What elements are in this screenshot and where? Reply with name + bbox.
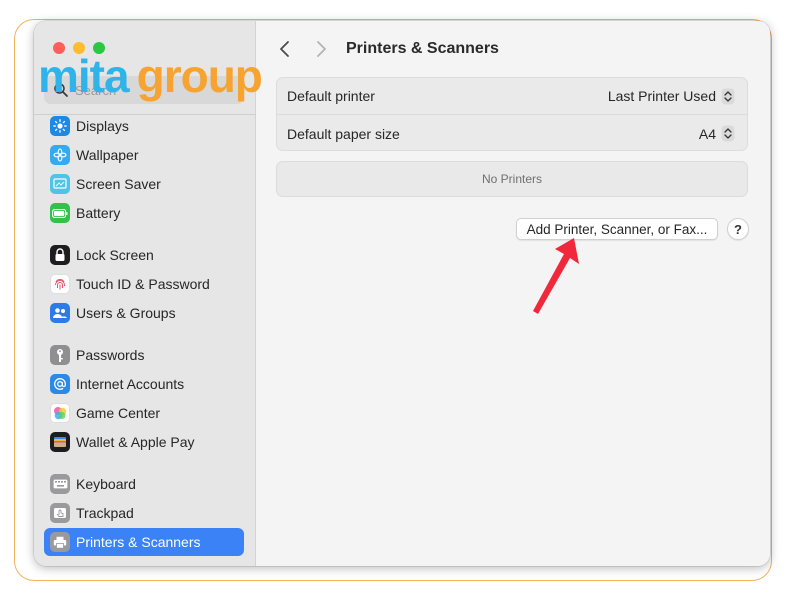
system-settings-window: Displays Wallpaper Screen Saver Battery <box>34 21 770 566</box>
users-icon <box>50 303 70 323</box>
main-pane: Printers & Scanners Default printer Last… <box>256 21 770 566</box>
sidebar-item-printers-scanners[interactable]: Printers & Scanners <box>44 528 244 556</box>
sidebar-item-displays[interactable]: Displays <box>44 112 244 140</box>
sidebar-item-label: Printers & Scanners <box>76 534 201 550</box>
battery-icon <box>50 203 70 223</box>
sun-icon <box>50 116 70 136</box>
default-paper-size-value: A4 <box>698 125 716 142</box>
key-icon <box>50 345 70 365</box>
sidebar-item-label: Keyboard <box>76 476 136 492</box>
default-paper-size-select[interactable]: A4 <box>699 125 735 142</box>
sidebar-item-label: Wallpaper <box>76 147 139 163</box>
zoom-window-button[interactable] <box>93 42 105 54</box>
printer-icon <box>50 532 70 552</box>
minimize-window-button[interactable] <box>73 42 85 54</box>
sidebar-item-label: Internet Accounts <box>76 376 185 392</box>
default-paper-size-label: Default paper size <box>287 125 400 142</box>
sidebar-item-label: Wallet & Apple Pay <box>76 434 195 450</box>
sidebar-item-lock-screen[interactable]: Lock Screen <box>44 241 244 269</box>
default-printer-select[interactable]: Last Printer Used <box>608 88 735 105</box>
sidebar-item-game-center[interactable]: Game Center <box>44 399 244 427</box>
sidebar-item-label: Touch ID & Password <box>76 276 210 292</box>
chevron-right-icon[interactable] <box>314 40 328 58</box>
default-paper-size-row: Default paper size A4 <box>277 115 747 152</box>
sidebar-item-touch-id-password[interactable]: Touch ID & Password <box>44 270 244 298</box>
sidebar-item-label: Screen Saver <box>76 176 161 192</box>
flower-icon <box>50 145 70 165</box>
printer-settings-group: Default printer Last Printer Used Defaul… <box>276 77 748 151</box>
default-printer-label: Default printer <box>287 88 375 104</box>
help-button[interactable]: ? <box>727 218 749 240</box>
sidebar-item-label: Game Center <box>76 405 161 421</box>
close-window-button[interactable] <box>53 42 65 54</box>
sidebar-item-label: Displays <box>76 118 129 134</box>
chevron-updown-icon <box>721 125 735 142</box>
lock-icon <box>50 245 70 265</box>
search-icon <box>54 83 68 97</box>
red-arrow-annotation <box>533 238 579 314</box>
sidebar-item-wallet-apple-pay[interactable]: Wallet & Apple Pay <box>44 428 244 456</box>
sidebar-item-battery[interactable]: Battery <box>44 199 244 227</box>
sidebar: Displays Wallpaper Screen Saver Battery <box>34 21 256 566</box>
sidebar-item-label: Lock Screen <box>76 247 154 263</box>
chevron-updown-icon <box>721 88 735 104</box>
sidebar-item-wallpaper[interactable]: Wallpaper <box>44 141 244 169</box>
traffic-lights <box>53 42 105 54</box>
printer-list-empty: No Printers <box>276 161 748 197</box>
search-field[interactable] <box>44 76 244 104</box>
sidebar-item-screen-saver[interactable]: Screen Saver <box>44 170 244 198</box>
default-printer-row: Default printer Last Printer Used <box>277 78 747 115</box>
sidebar-item-label: Battery <box>76 205 121 221</box>
game-center-icon <box>50 403 70 423</box>
fingerprint-icon <box>50 274 70 294</box>
sidebar-item-passwords[interactable]: Passwords <box>44 341 244 369</box>
search-input[interactable] <box>75 82 235 98</box>
sidebar-item-users-groups[interactable]: Users & Groups <box>44 299 244 327</box>
trackpad-icon <box>50 503 70 523</box>
sidebar-item-label: Passwords <box>76 347 145 363</box>
screen-saver-icon <box>50 174 70 194</box>
page-title: Printers & Scanners <box>346 40 499 57</box>
keyboard-icon <box>50 474 70 494</box>
sidebar-item-keyboard[interactable]: Keyboard <box>44 470 244 498</box>
at-sign-icon <box>50 374 70 394</box>
default-printer-value: Last Printer Used <box>607 88 716 104</box>
wallet-icon <box>50 432 70 452</box>
sidebar-item-trackpad[interactable]: Trackpad <box>44 499 244 527</box>
sidebar-item-internet-accounts[interactable]: Internet Accounts <box>44 370 244 398</box>
sidebar-item-label: Trackpad <box>76 505 134 521</box>
chevron-left-icon[interactable] <box>278 40 292 58</box>
sidebar-item-label: Users & Groups <box>76 305 176 321</box>
